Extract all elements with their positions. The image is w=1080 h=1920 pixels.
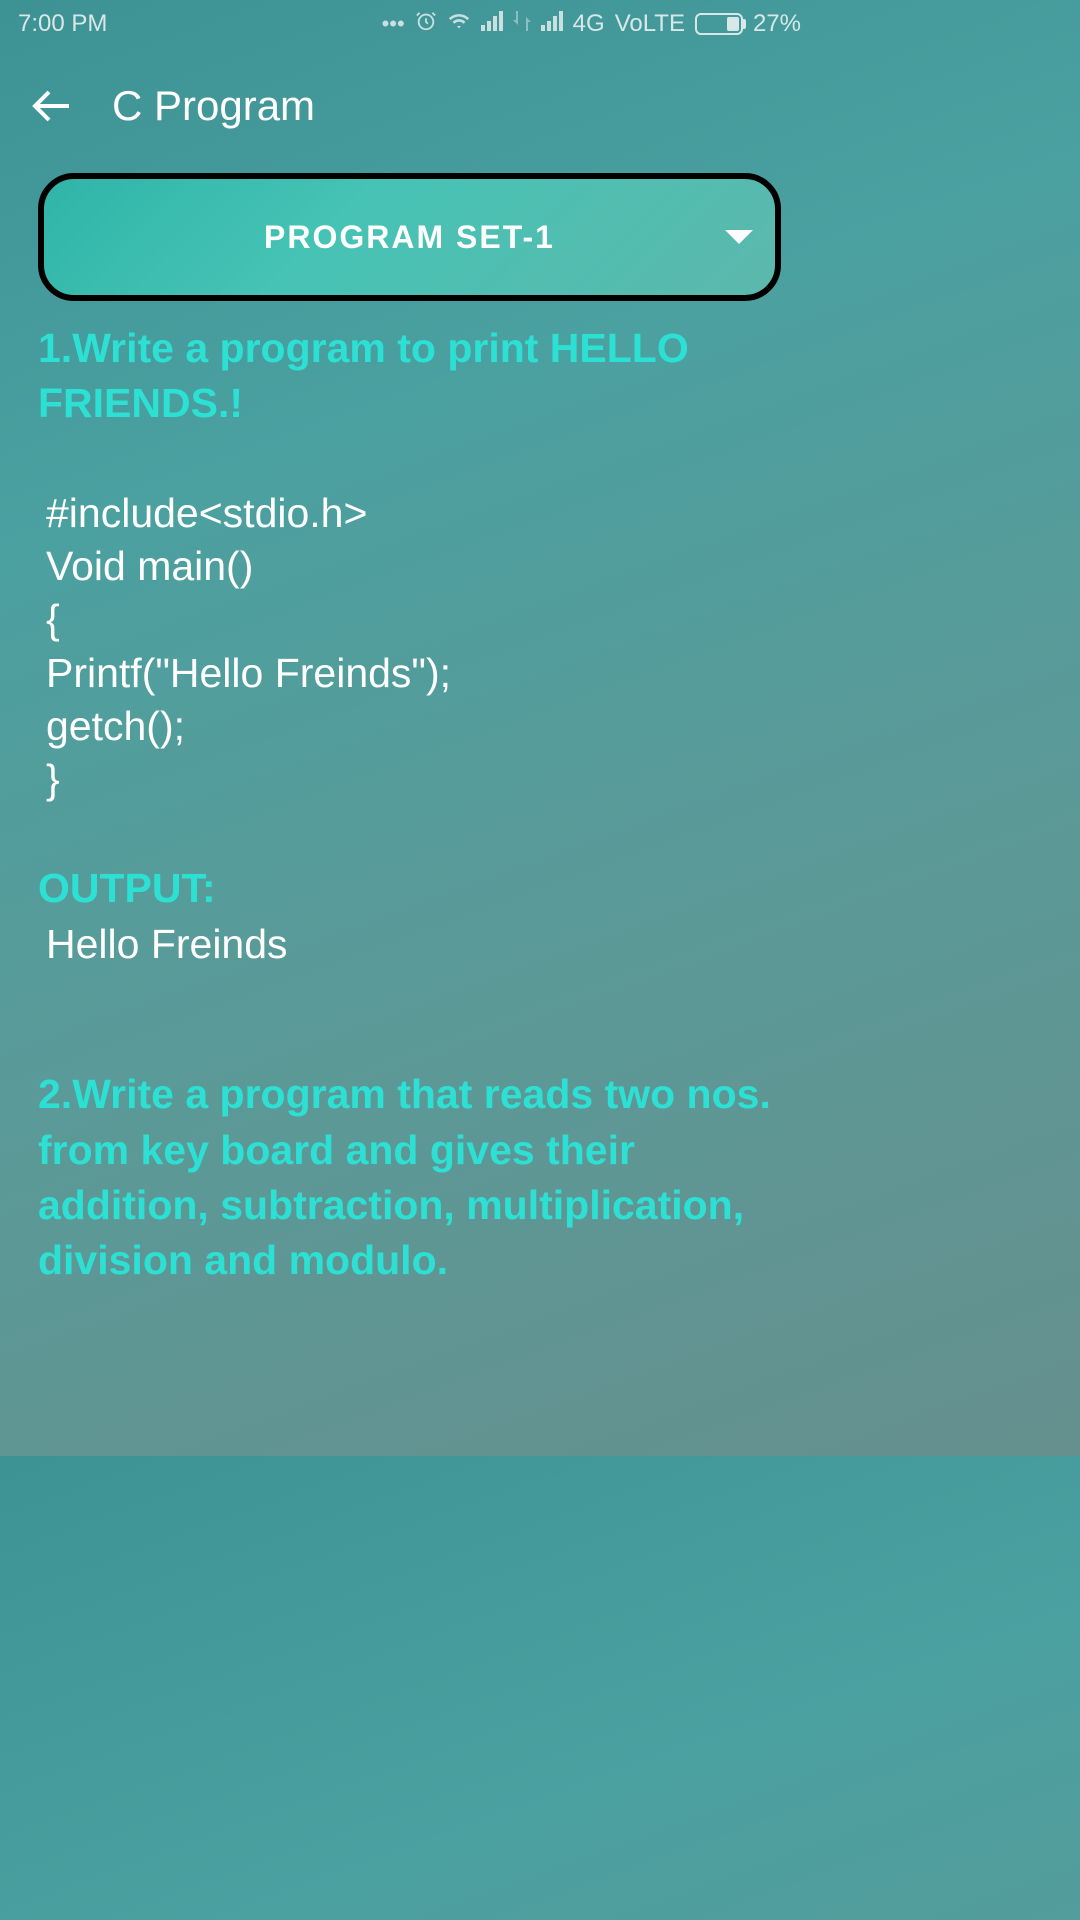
signal-icon — [481, 11, 503, 37]
network-label: 4G — [573, 10, 605, 38]
status-time: 7:00 PM — [18, 10, 107, 38]
question-2-heading: 2.Write a program that reads two nos. fr… — [38, 1067, 781, 1288]
data-transfer-icon — [513, 11, 531, 37]
status-right: ••• 4G VoLTE 27% — [382, 10, 801, 38]
dropdown-container: PROGRAM SET-1 — [38, 173, 781, 301]
dropdown-selected-label: PROGRAM SET-1 — [264, 219, 555, 256]
more-icon: ••• — [382, 11, 405, 37]
content-area: 1.Write a program to print HELLO FRIENDS… — [0, 321, 819, 1289]
battery-icon — [695, 13, 743, 35]
signal-icon-2 — [541, 11, 563, 37]
question-1-output-label: OUTPUT: — [38, 861, 781, 916]
question-1-heading: 1.Write a program to print HELLO FRIENDS… — [38, 321, 781, 432]
page-title: C Program — [112, 82, 315, 130]
status-bar: 7:00 PM ••• 4G VoLTE 27% — [0, 0, 819, 48]
app-header: C Program — [0, 48, 819, 163]
chevron-down-icon — [725, 230, 753, 244]
wifi-icon — [447, 10, 471, 38]
back-arrow-icon — [31, 88, 71, 124]
back-button[interactable] — [30, 85, 72, 127]
volte-label: VoLTE — [615, 10, 685, 38]
alarm-icon — [415, 10, 437, 38]
question-1-code: #include<stdio.h> Void main() { Printf("… — [38, 487, 781, 807]
battery-percent: 27% — [753, 10, 801, 38]
program-set-dropdown[interactable]: PROGRAM SET-1 — [38, 173, 781, 301]
question-1-output: Hello Freinds — [38, 917, 781, 972]
